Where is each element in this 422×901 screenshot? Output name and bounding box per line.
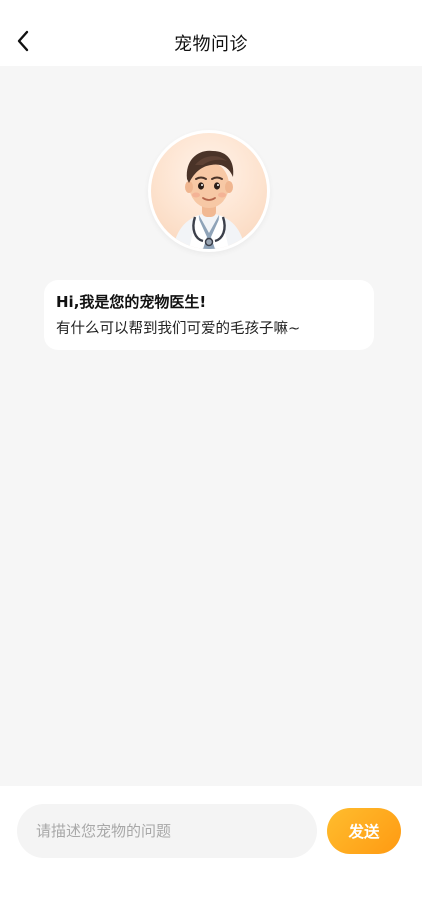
doctor-avatar-illustration bbox=[173, 150, 245, 249]
greeting-text: Hi,我是您的宠物医生! bbox=[56, 293, 207, 311]
send-button[interactable]: 发送 bbox=[327, 808, 401, 854]
doctor-greeting-bubble: Hi,我是您的宠物医生! 有什么可以帮到我们可爱的毛孩子嘛~ bbox=[44, 280, 374, 350]
page-title: 宠物问诊 bbox=[174, 34, 248, 55]
message-composer: 发送 bbox=[0, 786, 422, 901]
chat-page: 宠物问诊 Hi,我是您的宠物医生! 有什么可以帮到我们可爱的毛孩子嘛~ 请描述您… bbox=[0, 0, 422, 901]
top-nav-bar: 宠物问诊 bbox=[0, 0, 422, 66]
doctor-avatar-frame bbox=[148, 130, 270, 252]
greeting-subtext: 有什么可以帮到我们可爱的毛孩子嘛~ bbox=[56, 321, 301, 337]
doctor-avatar bbox=[151, 133, 267, 249]
question-input[interactable] bbox=[17, 804, 317, 858]
